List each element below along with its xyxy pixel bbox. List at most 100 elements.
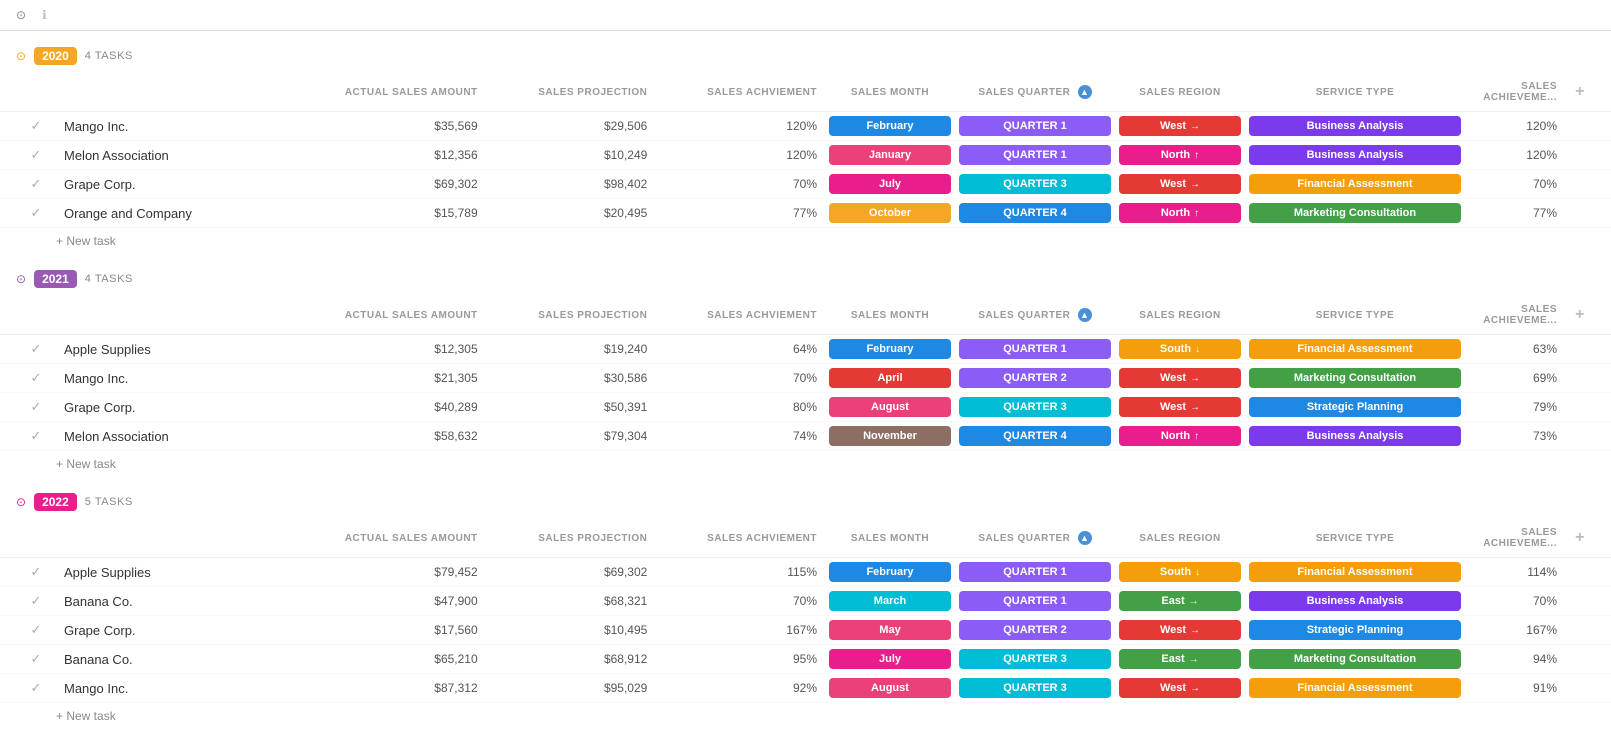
region-arrow-2-1: → <box>1189 596 1199 607</box>
task-projection-1-2: $50,391 <box>486 400 656 414</box>
col-service: SERVICE TYPE <box>1245 83 1465 102</box>
task-service-cell-2-3: Marketing Consultation <box>1245 649 1465 669</box>
task-quarter-cell-0-1: QUARTER 1 <box>955 145 1115 165</box>
task-name-2-4[interactable]: Mango Inc. <box>56 681 316 696</box>
task-achievement2-2-3: 94% <box>1465 652 1565 666</box>
group-toggle-2020[interactable]: ⊙ <box>16 49 26 63</box>
task-region-tag-0-2: West → <box>1119 174 1241 194</box>
task-region-cell-1-0: South ↓ <box>1115 339 1245 359</box>
task-achievement2-1-3: 73% <box>1465 429 1565 443</box>
task-check-0-3[interactable]: ✓ <box>16 205 56 221</box>
task-name-2-3[interactable]: Banana Co. <box>56 652 316 667</box>
info-icon: ℹ <box>42 8 47 22</box>
task-quarter-cell-0-0: QUARTER 1 <box>955 116 1115 136</box>
task-service-badge-2-4: Financial Assessment <box>1249 678 1461 698</box>
task-name-0-3[interactable]: Orange and Company <box>56 206 316 221</box>
group-header-2020: ⊙ 2020 4 TASKS <box>0 39 1611 73</box>
task-actual-0-2: $69,302 <box>316 177 486 191</box>
task-quarter-badge-0-3: QUARTER 4 <box>959 203 1111 223</box>
group-toggle-2021[interactable]: ⊙ <box>16 272 26 286</box>
task-month-cell-2-2: May <box>825 620 955 640</box>
task-achievement-2-4: 92% <box>655 681 825 695</box>
task-actual-2-4: $87,312 <box>316 681 486 695</box>
task-month-badge-1-1: April <box>829 368 951 388</box>
task-month-badge-0-2: July <box>829 174 951 194</box>
task-row-0-1: ✓ Melon Association $12,356 $10,249 120%… <box>0 141 1611 170</box>
task-row-0-2: ✓ Grape Corp. $69,302 $98,402 70% July Q… <box>0 170 1611 199</box>
task-service-badge-2-2: Strategic Planning <box>1249 620 1461 640</box>
task-quarter-badge-2-0: QUARTER 1 <box>959 562 1111 582</box>
task-actual-1-2: $40,289 <box>316 400 486 414</box>
task-name-1-1[interactable]: Mango Inc. <box>56 371 316 386</box>
task-projection-2-2: $10,495 <box>486 623 656 637</box>
task-service-cell-1-0: Financial Assessment <box>1245 339 1465 359</box>
task-check-0-1[interactable]: ✓ <box>16 147 56 163</box>
task-achievement-0-0: 120% <box>655 119 825 133</box>
task-name-2-0[interactable]: Apple Supplies <box>56 565 316 580</box>
task-name-2-2[interactable]: Grape Corp. <box>56 623 316 638</box>
task-region-cell-1-1: West → <box>1115 368 1245 388</box>
task-region-cell-2-2: West → <box>1115 620 1245 640</box>
task-service-badge-1-0: Financial Assessment <box>1249 339 1461 359</box>
col-achievement2: SALES ACHIEVEME... <box>1465 300 1565 330</box>
task-check-1-3[interactable]: ✓ <box>16 428 56 444</box>
task-region-tag-2-1: East → <box>1119 591 1241 611</box>
task-achievement2-2-4: 91% <box>1465 681 1565 695</box>
task-achievement2-2-0: 114% <box>1465 565 1565 579</box>
main-content: ⊙ 2020 4 TASKS ACTUAL SALES AMOUNT SALES… <box>0 31 1611 745</box>
region-arrow-1-0: ↓ <box>1195 344 1200 355</box>
col-name <box>56 311 316 319</box>
task-achievement2-0-3: 77% <box>1465 206 1565 220</box>
task-name-1-2[interactable]: Grape Corp. <box>56 400 316 415</box>
task-check-2-3[interactable]: ✓ <box>16 651 56 667</box>
new-task-row-2020[interactable]: + New task <box>0 228 1611 254</box>
add-column-btn[interactable]: + <box>1565 525 1595 551</box>
sort-icon: ▲ <box>1078 531 1092 545</box>
task-check-2-0[interactable]: ✓ <box>16 564 56 580</box>
task-name-0-2[interactable]: Grape Corp. <box>56 177 316 192</box>
task-region-cell-0-1: North ↑ <box>1115 145 1245 165</box>
add-column-btn[interactable]: + <box>1565 302 1595 328</box>
task-check-1-0[interactable]: ✓ <box>16 341 56 357</box>
task-check-1-1[interactable]: ✓ <box>16 370 56 386</box>
task-quarter-cell-0-2: QUARTER 3 <box>955 174 1115 194</box>
task-check-1-2[interactable]: ✓ <box>16 399 56 415</box>
task-name-1-0[interactable]: Apple Supplies <box>56 342 316 357</box>
col-region: SALES REGION <box>1115 306 1245 325</box>
col-achievement: SALES ACHVIEMENT <box>655 83 825 102</box>
task-name-1-3[interactable]: Melon Association <box>56 429 316 444</box>
task-name-0-0[interactable]: Mango Inc. <box>56 119 316 134</box>
task-name-0-1[interactable]: Melon Association <box>56 148 316 163</box>
region-arrow-0-0: → <box>1190 121 1200 132</box>
task-service-badge-0-3: Marketing Consultation <box>1249 203 1461 223</box>
group-toggle-2022[interactable]: ⊙ <box>16 495 26 509</box>
task-quarter-badge-1-1: QUARTER 2 <box>959 368 1111 388</box>
task-month-badge-2-1: March <box>829 591 951 611</box>
task-projection-1-0: $19,240 <box>486 342 656 356</box>
collapse-icon[interactable]: ⊙ <box>16 8 26 22</box>
task-region-tag-2-4: West → <box>1119 678 1241 698</box>
task-actual-1-3: $58,632 <box>316 429 486 443</box>
task-region-tag-2-2: West → <box>1119 620 1241 640</box>
task-check-0-2[interactable]: ✓ <box>16 176 56 192</box>
new-task-row-2021[interactable]: + New task <box>0 451 1611 477</box>
task-check-0-0[interactable]: ✓ <box>16 118 56 134</box>
col-quarter: SALES QUARTER ▲ <box>955 527 1115 549</box>
task-month-badge-2-0: February <box>829 562 951 582</box>
new-task-row-2022[interactable]: + New task <box>0 703 1611 729</box>
task-projection-0-1: $10,249 <box>486 148 656 162</box>
task-name-2-1[interactable]: Banana Co. <box>56 594 316 609</box>
add-column-btn[interactable]: + <box>1565 79 1595 105</box>
task-quarter-cell-2-1: QUARTER 1 <box>955 591 1115 611</box>
task-service-badge-1-2: Strategic Planning <box>1249 397 1461 417</box>
task-month-badge-2-3: July <box>829 649 951 669</box>
task-projection-2-4: $95,029 <box>486 681 656 695</box>
col-projection: SALES PROJECTION <box>486 306 656 325</box>
task-check-2-1[interactable]: ✓ <box>16 593 56 609</box>
region-arrow-0-3: ↑ <box>1194 208 1199 219</box>
task-service-cell-0-1: Business Analysis <box>1245 145 1465 165</box>
task-achievement-1-1: 70% <box>655 371 825 385</box>
task-check-2-2[interactable]: ✓ <box>16 622 56 638</box>
task-quarter-cell-1-2: QUARTER 3 <box>955 397 1115 417</box>
task-check-2-4[interactable]: ✓ <box>16 680 56 696</box>
